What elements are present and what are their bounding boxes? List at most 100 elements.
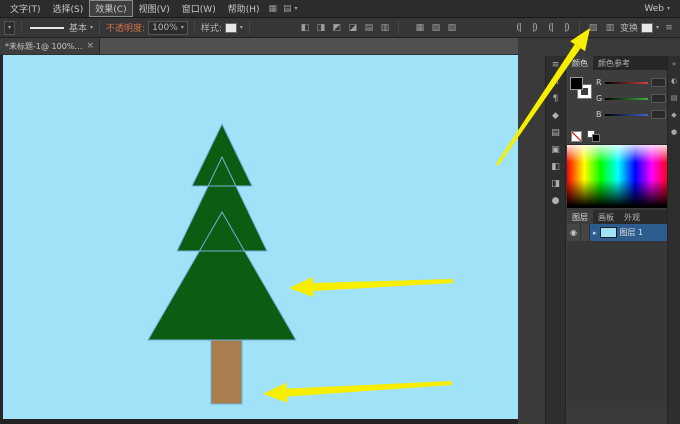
stroke-profile-label[interactable]: 基本: [69, 21, 87, 34]
blue-slider[interactable]: [604, 113, 648, 116]
status-bar-edge: [0, 419, 518, 424]
fill-swatch[interactable]: [570, 77, 583, 90]
width-profile-open-icon[interactable]: (|: [512, 23, 525, 33]
transform-swatch[interactable]: [640, 22, 653, 33]
chevron-down-icon: ▾: [180, 24, 184, 31]
distribute-horizontal-icon[interactable]: ▦: [413, 21, 427, 35]
lock-toggle[interactable]: [581, 224, 590, 241]
dock-icon-dot[interactable]: ●: [671, 128, 677, 136]
menu-item-text[interactable]: 文字(T): [4, 0, 47, 17]
layers-panel-tabs: 图层 画板 外观: [567, 210, 669, 224]
character-panel-icon[interactable]: A: [552, 77, 558, 87]
graphic-styles-panel-icon[interactable]: ◧: [551, 162, 560, 172]
green-channel-label: G: [596, 94, 603, 103]
chevron-down-icon[interactable]: ▾: [240, 24, 243, 31]
gradient-panel-icon[interactable]: ◆: [552, 111, 559, 121]
red-slider[interactable]: [604, 81, 648, 84]
document-layout-icon[interactable]: ▤: [283, 4, 292, 14]
tab-appearance[interactable]: 外观: [619, 210, 645, 224]
align-left-icon[interactable]: ◧: [298, 21, 312, 35]
align-center-icon[interactable]: ◨: [314, 21, 328, 35]
transform-label[interactable]: 变换: [620, 21, 638, 34]
style-swatch[interactable]: [224, 22, 237, 33]
shape-mode-open-icon[interactable]: (|: [544, 23, 557, 33]
close-icon[interactable]: ×: [86, 41, 94, 51]
symbols-panel-icon[interactable]: ▣: [551, 145, 560, 155]
blue-value-field[interactable]: [651, 110, 666, 119]
paragraph-panel-icon[interactable]: ¶: [553, 94, 559, 104]
arrange-documents-icon[interactable]: ▦: [269, 4, 278, 14]
artboard[interactable]: [3, 55, 518, 419]
distribute-vertical-icon[interactable]: ▧: [429, 21, 443, 35]
dock-icon-contrast[interactable]: ◐: [671, 77, 677, 85]
transparency-panel-icon[interactable]: ▤: [551, 128, 560, 138]
menu-item-select[interactable]: 选择(S): [47, 0, 90, 17]
rgb-sliders: R G B: [596, 77, 666, 128]
black-white-swatch[interactable]: [587, 129, 602, 143]
variable-options-dropdown[interactable]: ▾: [4, 20, 16, 35]
chevron-down-icon[interactable]: ▾: [295, 5, 298, 12]
color-and-layers-panel: 颜色 颜色参考 R G B 图层 画板 外观 ◉ ▸ 图层 1: [567, 56, 669, 407]
divider: [248, 21, 250, 34]
red-value-field[interactable]: [651, 78, 666, 87]
color-panel-body: R G B: [567, 70, 669, 128]
green-value-field[interactable]: [651, 94, 666, 103]
menu-item-effect[interactable]: 效果(C): [89, 0, 133, 17]
appearance-panel-icon[interactable]: ◨: [551, 179, 560, 189]
color-panel-tabs: 颜色 颜色参考: [567, 56, 669, 70]
align-right-icon[interactable]: ◩: [330, 21, 344, 35]
workspace-switcher[interactable]: Web ▾: [644, 4, 670, 14]
workspace-label: Web: [644, 3, 664, 14]
collapse-panels-icon[interactable]: «: [672, 60, 676, 68]
links-panel-icon[interactable]: ●: [552, 196, 560, 206]
layer-name[interactable]: 图层 1: [620, 227, 644, 238]
align-middle-icon[interactable]: ▤: [362, 21, 376, 35]
width-profile-close-icon[interactable]: |): [528, 23, 541, 33]
red-channel-label: R: [596, 78, 602, 87]
tab-color-guide[interactable]: 颜色参考: [593, 56, 635, 70]
stroke-panel-icon[interactable]: ≡: [552, 60, 560, 70]
eye-icon: ◉: [570, 228, 577, 237]
menu-item-window[interactable]: 窗口(W): [176, 0, 222, 17]
fill-stroke-indicator[interactable]: [570, 77, 596, 103]
dock-icon-grid[interactable]: ▤: [671, 94, 678, 102]
align-buttons-group: ◧ ◨ ◩ ◪ ▤ ▥: [298, 21, 392, 35]
chevron-down-icon: ▾: [8, 24, 12, 31]
blue-channel-label: B: [596, 110, 602, 119]
color-spectrum[interactable]: [567, 144, 669, 208]
tab-layers[interactable]: 图层: [567, 210, 593, 224]
isolate-icon[interactable]: ▧: [586, 21, 600, 35]
recolor-icon[interactable]: ▥: [603, 21, 617, 35]
distribute-spacing-icon[interactable]: ▨: [445, 21, 459, 35]
divider: [99, 21, 101, 34]
visibility-toggle[interactable]: ◉: [567, 224, 581, 241]
none-color-swatch[interactable]: [571, 130, 582, 142]
green-slider[interactable]: [605, 97, 648, 100]
menu-item-help[interactable]: 帮助(H): [222, 0, 266, 17]
dock-icon-diamond[interactable]: ◆: [671, 111, 676, 119]
document-title: *未标题-1@ 100% (RGB/预览): [5, 41, 83, 51]
align-top-icon[interactable]: ◪: [346, 21, 360, 35]
tab-color[interactable]: 颜色: [567, 56, 593, 70]
align-bottom-icon[interactable]: ▥: [378, 21, 392, 35]
opacity-label[interactable]: 不透明度:: [106, 21, 145, 34]
expand-arrow-icon[interactable]: ▸: [593, 229, 597, 237]
shape-mode-close-icon[interactable]: |): [560, 23, 573, 33]
panel-menu-icon[interactable]: ≡: [662, 21, 676, 35]
layer-row[interactable]: ◉ ▸ 图层 1: [567, 224, 669, 241]
tab-artboards[interactable]: 画板: [593, 210, 619, 224]
opacity-value-dropdown[interactable]: 100% ▾: [148, 20, 188, 35]
chevron-down-icon[interactable]: ▾: [656, 24, 659, 31]
chevron-down-icon[interactable]: ▾: [90, 24, 93, 31]
layer-thumbnail: [599, 227, 617, 238]
black-swatch[interactable]: [592, 133, 600, 142]
layers-panel-empty-area: [567, 241, 669, 407]
selected-layer[interactable]: ▸ 图层 1: [590, 224, 669, 241]
stroke-profile-preview: [30, 26, 65, 29]
menu-item-view[interactable]: 视图(V): [133, 0, 176, 17]
document-tab[interactable]: *未标题-1@ 100% (RGB/预览) ×: [0, 38, 100, 54]
dock-collapse-strip: « ◐ ▤ ◆ ●: [667, 56, 680, 424]
style-label[interactable]: 样式:: [201, 21, 222, 34]
divider: [397, 21, 399, 34]
divider: [21, 21, 23, 34]
